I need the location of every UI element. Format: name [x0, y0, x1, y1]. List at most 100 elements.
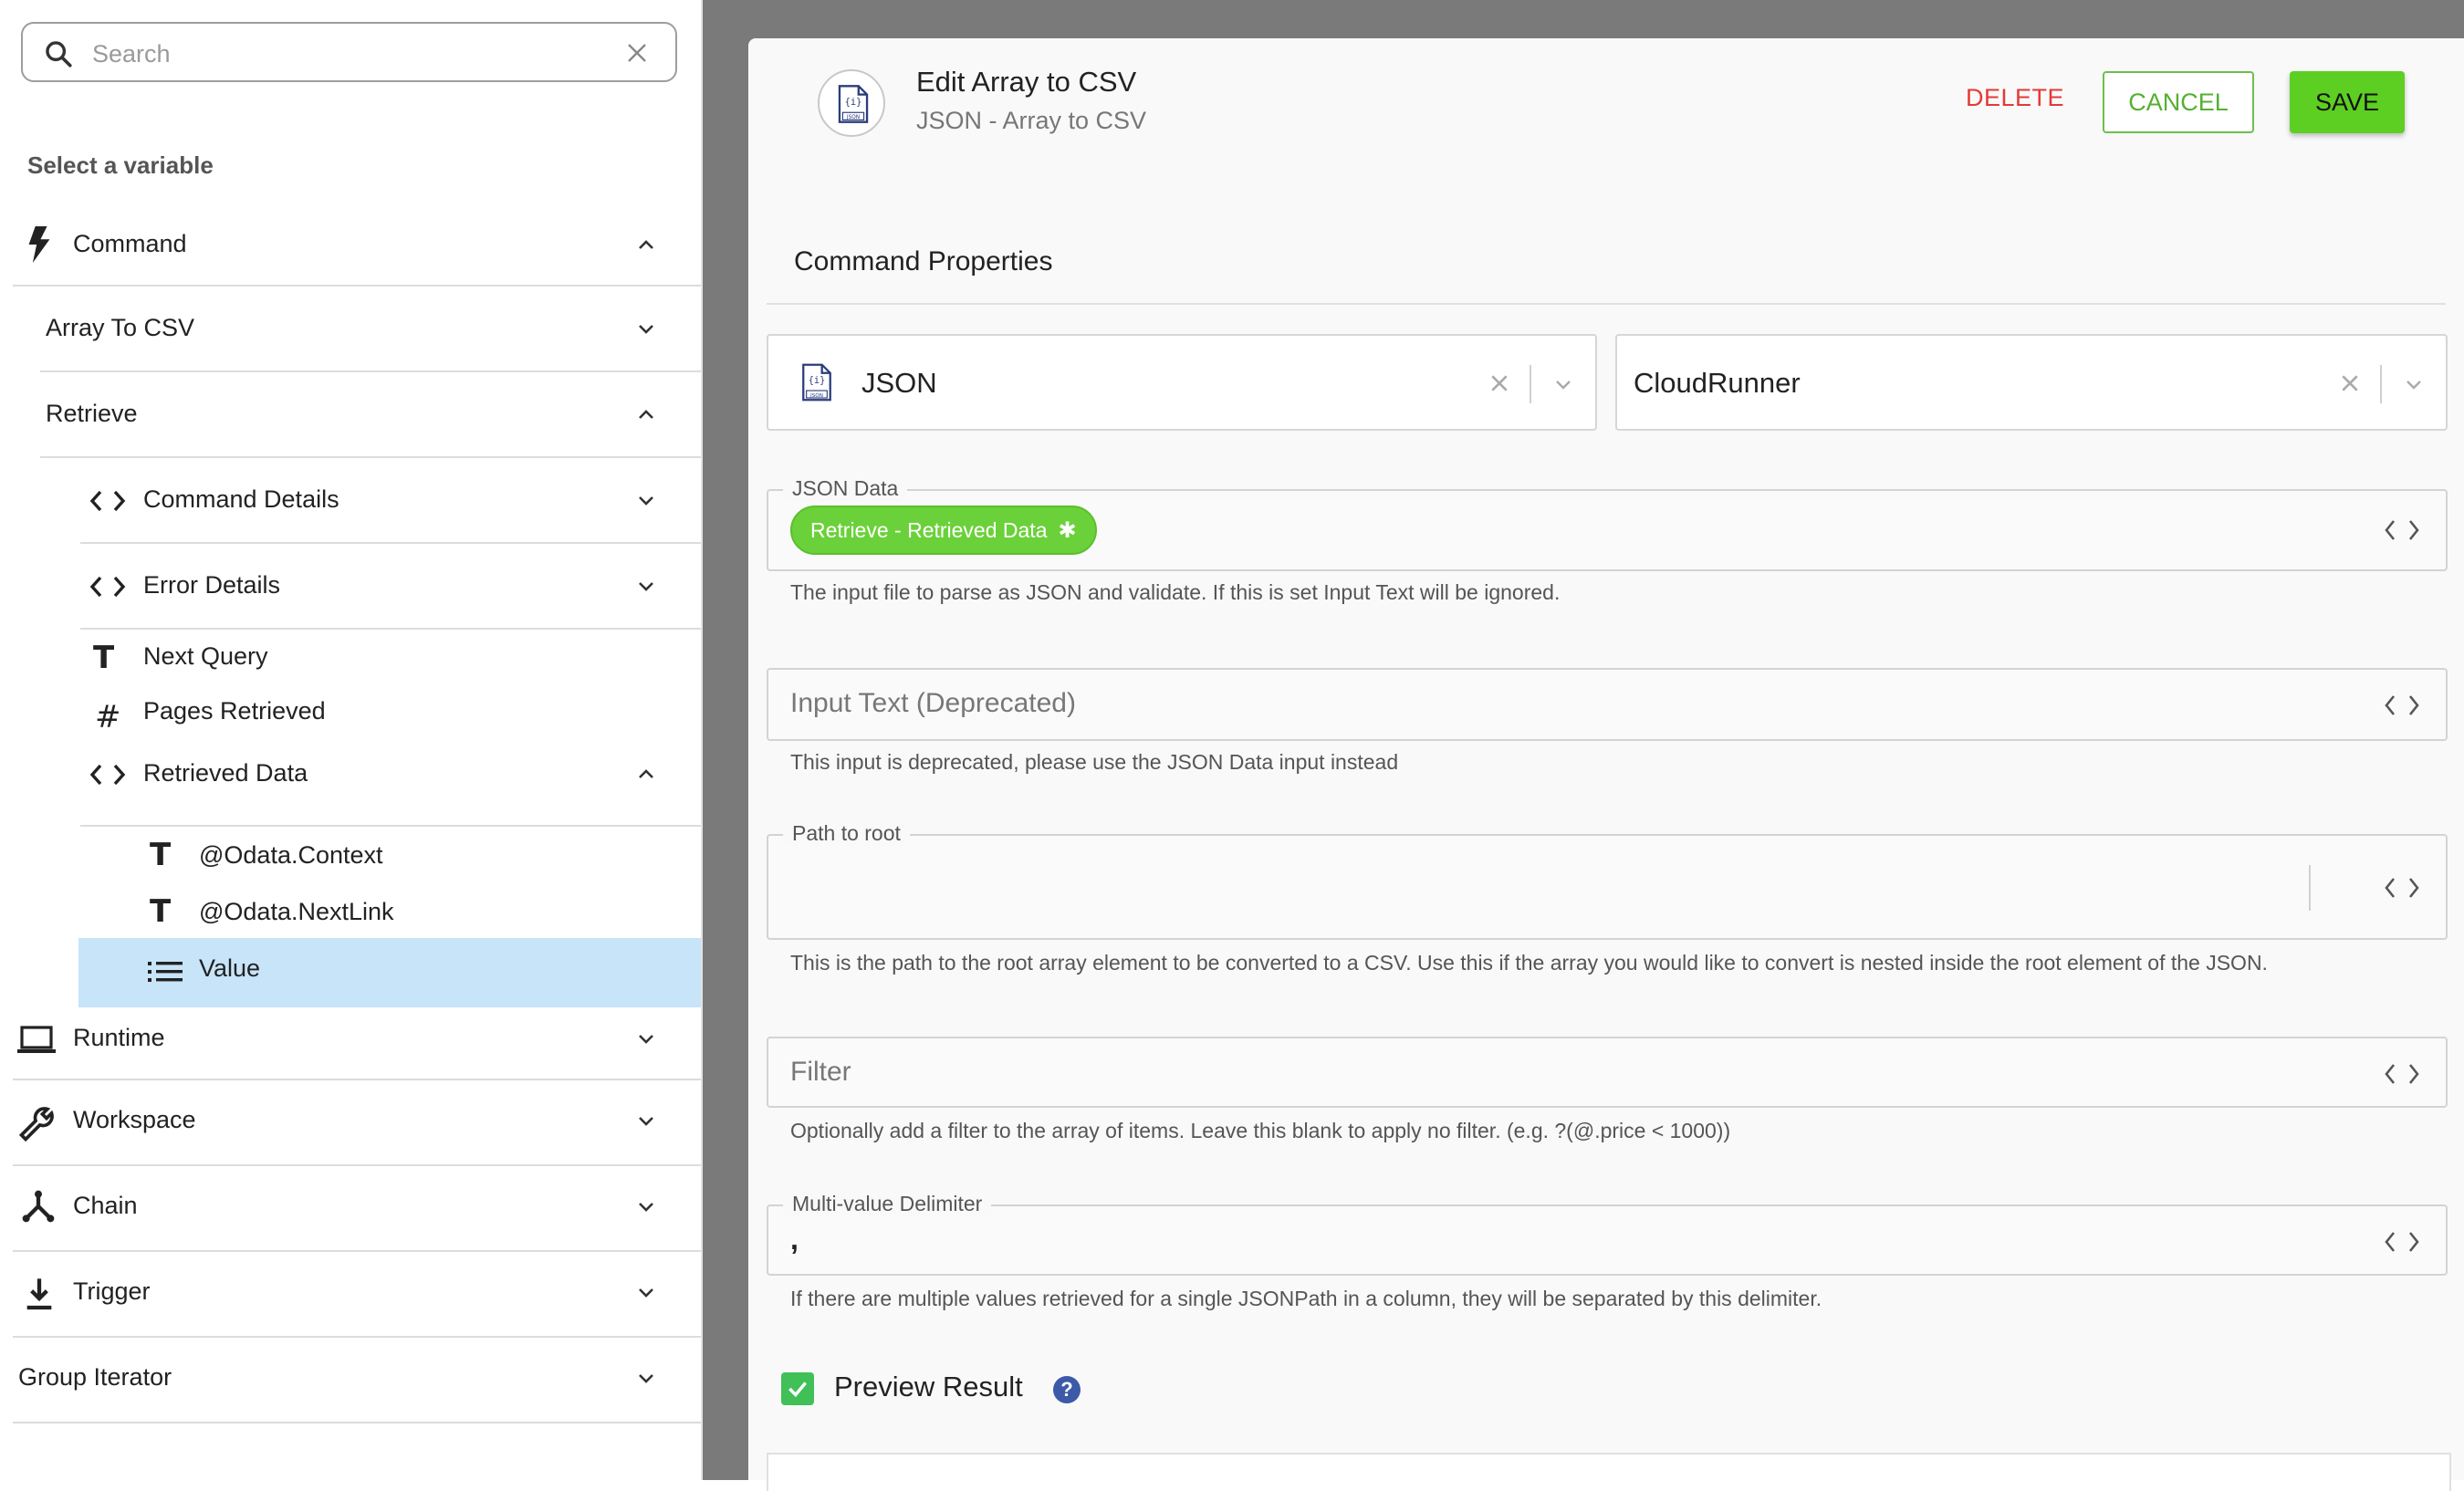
tree-item-odata-nextlink[interactable]: T @Odata.NextLink — [78, 883, 701, 938]
tree-item-next-query[interactable]: T Next Query — [78, 631, 701, 686]
chevron-up-icon[interactable] — [635, 234, 657, 255]
path-to-root-field[interactable]: Path to root — [767, 821, 2448, 940]
chevron-down-icon[interactable] — [635, 318, 657, 339]
tree-item-retrieved-data[interactable]: Retrieved Data — [78, 743, 701, 825]
chevron-up-icon[interactable] — [635, 763, 657, 785]
clear-icon[interactable] — [2340, 373, 2360, 393]
connector-select[interactable]: {i} JSON JSON — [767, 334, 1597, 431]
save-button[interactable]: SAVE — [2290, 71, 2405, 133]
code-icon — [89, 490, 126, 512]
code-icon[interactable] — [2384, 1230, 2420, 1254]
search-icon — [46, 41, 72, 68]
chevron-up-icon[interactable] — [635, 403, 657, 425]
preview-result-label: Preview Result — [834, 1371, 1023, 1402]
code-icon[interactable] — [2384, 693, 2420, 717]
preview-result-panel — [767, 1453, 2451, 1491]
tree-item-command[interactable]: Command — [13, 215, 701, 288]
select-variable-heading: Select a variable — [27, 151, 214, 179]
multi-value-delimiter-value[interactable]: , — [790, 1223, 799, 1256]
svg-text:{i}: {i} — [809, 376, 825, 386]
json-file-icon: {i} JSON — [802, 363, 831, 401]
input-text-help: This input is deprecated, please use the… — [790, 750, 1399, 774]
modal-subtitle: JSON - Array to CSV — [916, 107, 1147, 134]
delete-button[interactable]: DELETE — [1966, 84, 2064, 112]
multi-value-delimiter-label: Multi-value Delimiter — [783, 1192, 992, 1216]
tree-item-label: @Odata.Context — [199, 841, 383, 869]
tree-item-label: Error Details — [143, 571, 281, 599]
multi-value-delimiter-field[interactable]: Multi-value Delimiter , — [767, 1192, 2448, 1276]
input-text-field[interactable]: Input Text (Deprecated) — [767, 668, 2448, 741]
section-title: Command Properties — [794, 246, 1053, 276]
cancel-button[interactable]: CANCEL — [2103, 71, 2254, 133]
tree-item-odata-context[interactable]: T @Odata.Context — [78, 829, 701, 883]
trigger-icon — [26, 1278, 52, 1310]
wrench-icon — [18, 1107, 54, 1142]
tree-item-command-details[interactable]: Command Details — [78, 460, 701, 542]
tree-item-label: Runtime — [73, 1024, 165, 1051]
chevron-down-icon[interactable] — [635, 1195, 657, 1217]
edit-command-modal: {i} JSON Edit Array to CSV JSON - Array … — [748, 38, 2464, 1491]
chevron-down-icon[interactable] — [635, 1281, 657, 1303]
tree-item-pages-retrieved[interactable]: # Pages Retrieved — [78, 686, 701, 743]
multi-value-delimiter-help: If there are multiple values retrieved f… — [790, 1287, 1822, 1310]
chevron-down-icon[interactable] — [2402, 373, 2426, 395]
tree-item-error-details[interactable]: Error Details — [78, 546, 701, 628]
chevron-down-icon[interactable] — [635, 489, 657, 511]
filter-field[interactable]: Filter — [767, 1037, 2448, 1108]
tree-item-group-iterator[interactable]: Group Iterator — [13, 1340, 701, 1422]
chevron-down-icon[interactable] — [635, 575, 657, 597]
svg-text:JSON: JSON — [846, 115, 860, 120]
preview-result-checkbox[interactable] — [781, 1372, 814, 1405]
code-icon[interactable] — [2384, 1062, 2420, 1086]
number-type-icon: # — [95, 699, 121, 735]
tree-item-label: Chain — [73, 1192, 138, 1219]
close-icon[interactable] — [626, 42, 648, 64]
tree-item-runtime[interactable]: Runtime — [13, 1007, 701, 1080]
laptop-icon — [17, 1026, 56, 1053]
tree-item-label: Workspace — [73, 1106, 196, 1133]
chevron-down-icon[interactable] — [635, 1027, 657, 1049]
tree-item-label: Pages Retrieved — [143, 697, 326, 725]
code-icon[interactable] — [2384, 518, 2420, 542]
path-to-root-label: Path to root — [783, 821, 910, 846]
svg-text:JSON: JSON — [809, 393, 823, 399]
tree-item-workspace[interactable]: Workspace — [13, 1082, 701, 1164]
tree-item-value[interactable]: Value — [78, 938, 701, 1007]
tree-item-chain[interactable]: Chain — [13, 1168, 701, 1250]
lightning-icon — [28, 226, 50, 263]
tree-item-label: Retrieved Data — [143, 759, 308, 787]
input-text-placeholder: Input Text (Deprecated) — [790, 688, 1076, 718]
tree-item-label: Next Query — [143, 642, 268, 670]
tree-item-label: Trigger — [73, 1277, 151, 1305]
tree-item-array-to-csv[interactable]: Array To CSV — [13, 288, 701, 370]
text-type-icon: T — [150, 837, 172, 873]
tree-item-label: Command — [73, 230, 187, 257]
asterisk-icon: ✱ — [1058, 517, 1077, 543]
variable-sidebar: Search Select a variable Command Array T… — [0, 0, 703, 1480]
svg-text:{i}: {i} — [845, 97, 862, 108]
json-data-field[interactable]: JSON Data Retrieve - Retrieved Data ✱ — [767, 476, 2448, 571]
tree-item-trigger[interactable]: Trigger — [13, 1254, 701, 1336]
text-type-icon: T — [150, 893, 172, 930]
runner-select-value: CloudRunner — [1634, 367, 1801, 399]
tree-item-label: Value — [199, 954, 261, 982]
chevron-down-icon[interactable] — [1551, 373, 1575, 395]
chain-icon — [22, 1190, 55, 1223]
tree-item-label: Group Iterator — [18, 1363, 172, 1391]
tree-item-label: @Odata.NextLink — [199, 898, 394, 925]
tree-item-retrieve[interactable]: Retrieve — [13, 374, 701, 456]
code-icon[interactable] — [2384, 876, 2420, 900]
runner-select[interactable]: CloudRunner — [1615, 334, 2448, 431]
clear-icon[interactable] — [1489, 373, 1509, 393]
chevron-down-icon[interactable] — [635, 1367, 657, 1389]
search-input[interactable]: Search — [92, 40, 171, 68]
tree-item-label: Retrieve — [46, 400, 138, 427]
filter-placeholder: Filter — [790, 1057, 851, 1087]
search-box[interactable]: Search — [21, 22, 677, 82]
chevron-down-icon[interactable] — [635, 1110, 657, 1131]
variable-chip[interactable]: Retrieve - Retrieved Data ✱ — [790, 506, 1097, 555]
connector-select-value: JSON — [861, 367, 937, 399]
variable-chip-label: Retrieve - Retrieved Data — [810, 517, 1048, 542]
list-icon — [148, 962, 183, 982]
help-icon[interactable]: ? — [1053, 1376, 1081, 1403]
